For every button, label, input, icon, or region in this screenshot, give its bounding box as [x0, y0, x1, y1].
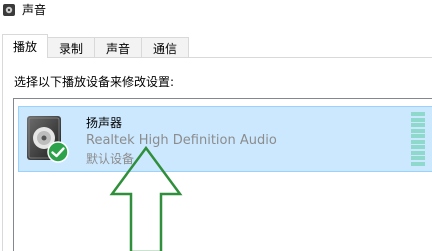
device-item-speakers[interactable]: 扬声器 Realtek High Definition Audio 默认设备	[18, 106, 432, 172]
up-arrow-annotation	[109, 145, 183, 251]
default-check-icon	[47, 141, 69, 163]
tab-communications[interactable]: 通信	[141, 37, 190, 58]
tab-recording[interactable]: 录制	[47, 37, 96, 58]
sound-dialog: 声音 播放 录制 声音 通信 选择以下播放设备来修改设置: 扬声器 Realte…	[0, 0, 432, 251]
speaker-small-icon	[1, 2, 17, 18]
tab-playback[interactable]: 播放	[2, 34, 49, 58]
instruction-label: 选择以下播放设备来修改设置:	[14, 75, 175, 89]
volume-level-meter	[411, 112, 425, 166]
tab-strip: 播放 录制 声音 通信	[2, 34, 190, 58]
device-name: 扬声器	[86, 116, 123, 130]
window-title: 声音	[22, 3, 47, 17]
title-bar: 声音	[0, 0, 432, 20]
device-list[interactable]: 扬声器 Realtek High Definition Audio 默认设备	[13, 98, 432, 251]
tab-sounds[interactable]: 声音	[94, 37, 143, 58]
